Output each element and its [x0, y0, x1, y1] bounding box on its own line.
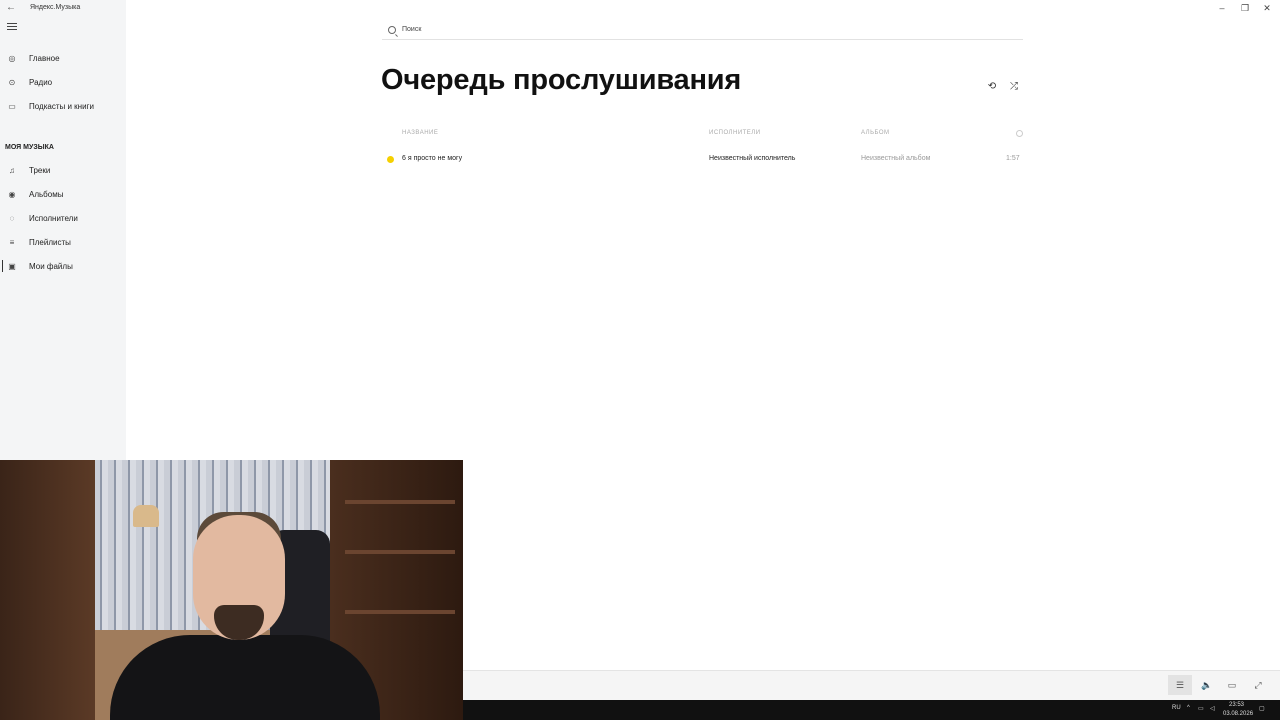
arrow-left-icon[interactable]: ←: [6, 2, 16, 13]
volume-icon[interactable]: 🔈: [1195, 675, 1219, 695]
close-icon[interactable]: ✕: [1260, 3, 1274, 14]
clock-icon: [1016, 130, 1023, 137]
title-bar: ← Яндекс.Музыка – ❐ ✕: [0, 0, 1280, 16]
sidebar-item-artists[interactable]: ◌ Исполнители: [0, 209, 126, 227]
repeat-icon[interactable]: ⟲: [986, 81, 998, 93]
taskbar: [463, 700, 1280, 720]
webcam-overlay: [0, 460, 463, 720]
track-artist[interactable]: Неизвестный исполнитель: [709, 155, 795, 162]
sidebar-item-label: Альбомы: [29, 189, 64, 199]
sidebar-item-label: Мои файлы: [29, 261, 73, 271]
section-title-my-music: МОЯ МУЗЫКА: [5, 144, 54, 151]
folder-icon: ▣: [8, 261, 16, 271]
page-title: Очередь прослушивания: [381, 64, 742, 96]
network-icon[interactable]: ▭: [1198, 705, 1204, 712]
speaker-icon[interactable]: ◁: [1210, 705, 1215, 712]
search-icon: [388, 25, 396, 34]
sidebar-item-tracks[interactable]: ♫ Треки: [0, 161, 126, 179]
playlist-icon: ≡: [9, 237, 15, 247]
podcast-icon: ▭: [8, 101, 16, 111]
track-name[interactable]: 6 я просто не могу: [402, 155, 462, 162]
sidebar-item-podcasts[interactable]: ▭ Подкасты и книги: [0, 97, 126, 115]
search-bar: [382, 20, 1023, 40]
sidebar-item-radio[interactable]: ⊙ Радио: [0, 73, 126, 91]
now-playing-indicator: [387, 156, 394, 163]
search-input[interactable]: [402, 26, 902, 33]
fullscreen-icon[interactable]: ⤢: [1246, 675, 1270, 695]
column-header-album[interactable]: АЛЬБОМ: [861, 130, 890, 136]
player-bar: [463, 670, 1280, 700]
sidebar-item-home[interactable]: ◎ Главное: [0, 49, 126, 67]
sidebar-item-playlists[interactable]: ≡ Плейлисты: [0, 233, 126, 251]
home-icon: ◎: [8, 53, 16, 63]
maximize-icon[interactable]: ❐: [1238, 3, 1252, 14]
notifications-icon[interactable]: ▢: [1259, 705, 1265, 712]
sidebar: ◎ Главное ⊙ Радио ▭ Подкасты и книги МОЯ…: [0, 0, 126, 460]
language-indicator[interactable]: RU: [1172, 705, 1181, 711]
column-header-artist[interactable]: ИСПОЛНИТЕЛИ: [709, 130, 761, 136]
track-duration: 1:57: [1006, 155, 1020, 162]
artist-icon: ◌: [9, 213, 15, 223]
tray-chevron-icon[interactable]: ^: [1187, 705, 1190, 711]
column-header-name[interactable]: НАЗВАНИЕ: [402, 130, 438, 136]
sidebar-item-my-files[interactable]: ▣ Мои файлы: [0, 257, 126, 275]
minimize-icon[interactable]: –: [1215, 3, 1229, 13]
queue-icon[interactable]: ☰: [1168, 675, 1192, 695]
note-icon: ♫: [9, 165, 15, 175]
sidebar-item-albums[interactable]: ◉ Альбомы: [0, 185, 126, 203]
track-album[interactable]: Неизвестный альбом: [861, 155, 930, 162]
clock-date[interactable]: 03.08.2026: [1223, 711, 1253, 717]
app-window: ◎ Главное ⊙ Радио ▭ Подкасты и книги МОЯ…: [0, 0, 1280, 720]
radio-icon: ⊙: [8, 77, 16, 87]
app-title: Яндекс.Музыка: [30, 4, 81, 11]
sidebar-item-label: Исполнители: [29, 213, 78, 223]
sidebar-item-label: Подкасты и книги: [29, 101, 94, 111]
menu-icon[interactable]: [7, 23, 17, 32]
album-icon: ◉: [8, 189, 16, 199]
shuffle-icon[interactable]: ⤮: [1008, 81, 1020, 93]
mini-player-icon[interactable]: ▭: [1220, 675, 1244, 695]
sidebar-item-label: Главное: [29, 53, 60, 63]
sidebar-item-label: Радио: [29, 77, 53, 87]
sidebar-item-label: Плейлисты: [29, 237, 71, 247]
clock-time[interactable]: 23:53: [1229, 702, 1244, 708]
sidebar-item-label: Треки: [29, 165, 51, 175]
